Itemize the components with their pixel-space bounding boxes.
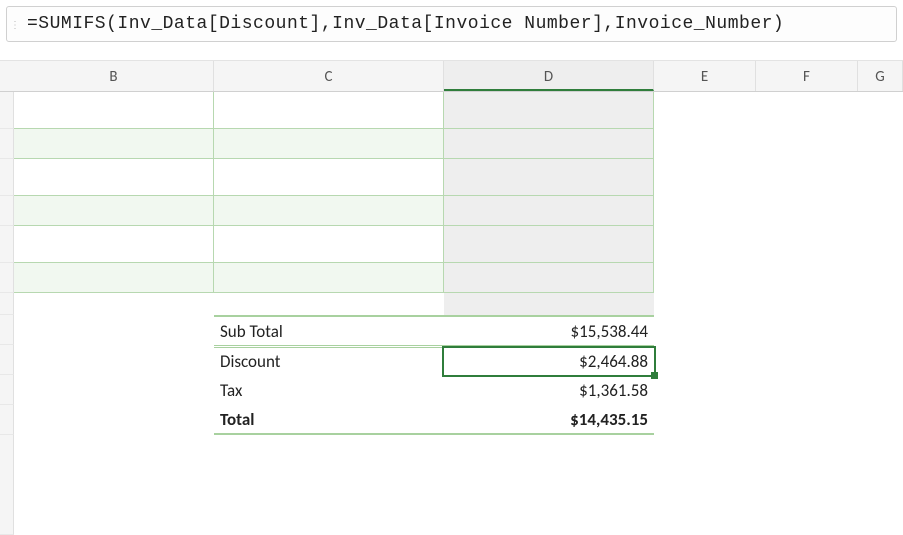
- total-label: Total: [214, 405, 444, 435]
- table-row[interactable]: [0, 129, 903, 159]
- formula-text[interactable]: =SUMIFS(Inv_Data[Discount],Inv_Data[Invo…: [21, 14, 784, 34]
- discount-value: $2,464.88: [579, 351, 648, 372]
- subtotal-label: Sub Total: [214, 315, 444, 345]
- column-headers: B C D E F G: [0, 60, 903, 92]
- grid-empty-area[interactable]: [0, 435, 903, 535]
- col-header-C[interactable]: C: [214, 61, 444, 91]
- header-gutter: [0, 61, 14, 91]
- total-value: $14,435.15: [444, 405, 654, 435]
- table-row[interactable]: [0, 159, 903, 196]
- formula-bar[interactable]: ⋮ =SUMIFS(Inv_Data[Discount],Inv_Data[In…: [6, 6, 897, 42]
- discount-label: Discount: [214, 345, 444, 375]
- col-header-D[interactable]: D: [444, 61, 654, 91]
- tax-value: $1,361.58: [444, 375, 654, 405]
- col-header-F[interactable]: F: [756, 61, 858, 91]
- table-row[interactable]: [0, 226, 903, 263]
- table-row[interactable]: [0, 92, 903, 129]
- summary-tax-row[interactable]: Tax $1,361.58: [0, 375, 903, 405]
- summary-total-row[interactable]: Total $14,435.15: [0, 405, 903, 435]
- spreadsheet-grid[interactable]: Sub Total $15,538.44 Discount $2,464.88 …: [0, 92, 903, 535]
- summary-subtotal-row[interactable]: Sub Total $15,538.44: [0, 315, 903, 345]
- subtotal-value: $15,538.44: [444, 315, 654, 345]
- formula-bar-handle[interactable]: ⋮: [9, 7, 21, 41]
- col-header-E[interactable]: E: [654, 61, 756, 91]
- col-header-B[interactable]: B: [14, 61, 214, 91]
- summary-discount-row[interactable]: Discount $2,464.88: [0, 345, 903, 375]
- tax-label: Tax: [214, 375, 444, 405]
- table-row[interactable]: [0, 293, 903, 315]
- col-header-G[interactable]: G: [858, 61, 903, 91]
- discount-value-cell[interactable]: $2,464.88: [444, 345, 654, 375]
- table-row[interactable]: [0, 263, 903, 293]
- table-row[interactable]: [0, 196, 903, 226]
